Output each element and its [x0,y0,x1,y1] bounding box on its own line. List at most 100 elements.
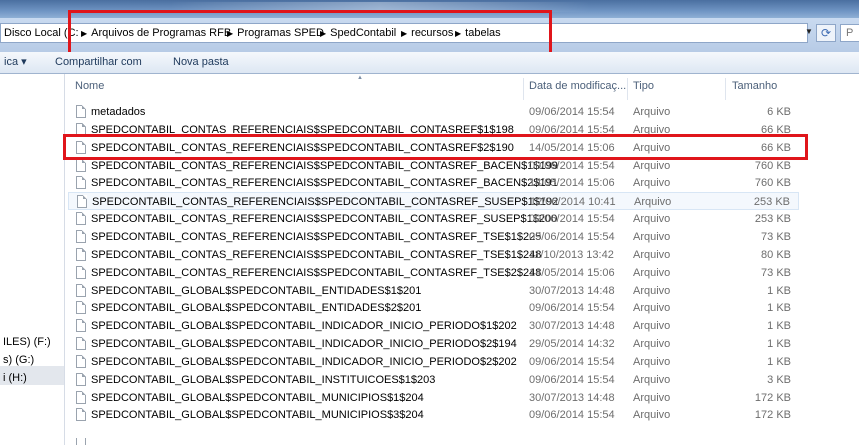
file-icon [76,438,86,445]
file-type: Arquivo [633,374,671,386]
file-name: SPEDCONTABIL_CONTAS_REFERENCIAIS$SPEDCON… [92,196,559,208]
share-button[interactable]: Compartilhar com [55,55,142,69]
file-date: 29/05/2014 14:32 [529,338,615,350]
file-type: Arquivo [633,320,671,332]
file-date: 09/06/2014 15:54 [529,213,615,225]
file-type: Arquivo [633,302,671,314]
file-type: Arquivo [633,231,671,243]
file-icon [76,408,86,421]
file-date: 14/05/2014 15:06 [529,267,615,279]
file-icon [76,301,86,314]
file-type: Arquivo [633,177,671,189]
file-name: SPEDCONTABIL_CONTAS_REFERENCIAIS$SPEDCON… [91,177,558,189]
file-row[interactable]: SPEDCONTABIL_GLOBAL$SPEDCONTABIL_ENTIDAD… [68,282,799,300]
column-headers: ▲ Nome Data de modificaç... Tipo Tamanho [65,74,859,100]
column-name[interactable]: Nome [75,80,104,92]
column-divider[interactable] [725,78,726,100]
file-size: 253 KB [753,196,790,208]
file-size: 3 KB [767,374,791,386]
file-type: Arquivo [634,196,672,208]
file-date: 09/06/2014 15:54 [529,231,615,243]
file-size: 172 KB [754,392,791,404]
file-date: 12/06/2014 10:41 [530,196,616,208]
file-icon [76,230,86,243]
file-date: 30/07/2013 14:48 [529,392,615,404]
file-size: 1 KB [767,338,791,350]
file-icon [76,355,86,368]
file-row[interactable]: SPEDCONTABIL_GLOBAL$SPEDCONTABIL_MUNICIP… [68,389,799,407]
column-type[interactable]: Tipo [633,80,654,92]
file-type: Arquivo [633,338,671,350]
file-type: Arquivo [633,356,671,368]
file-icon [76,212,86,225]
file-date: 09/06/2014 15:54 [529,302,615,314]
file-type: Arquivo [633,285,671,297]
file-icon [76,284,86,297]
file-row[interactable]: SPEDCONTABIL_GLOBAL$SPEDCONTABIL_ENTIDAD… [68,299,799,317]
file-name: SPEDCONTABIL_GLOBAL$SPEDCONTABIL_INDICAD… [91,356,517,368]
file-date: 09/06/2014 15:54 [529,374,615,386]
search-input[interactable]: P [840,24,859,42]
file-row[interactable]: SPEDCONTABIL_GLOBAL$SPEDCONTABIL_INSTITU… [68,371,799,389]
file-name: SPEDCONTABIL_CONTAS_REFERENCIAIS$SPEDCON… [91,231,542,243]
file-row[interactable]: SPEDCONTABIL_GLOBAL$SPEDCONTABIL_INDICAD… [68,353,799,371]
file-row[interactable]: metadados 09/06/2014 15:54 Arquivo 6 KB [68,103,799,121]
file-row[interactable]: SPEDCONTABIL_CONTAS_REFERENCIAIS$SPEDCON… [68,192,799,210]
file-date: 09/06/2014 15:54 [529,106,615,118]
file-size: 1 KB [767,285,791,297]
file-name: SPEDCONTABIL_GLOBAL$SPEDCONTABIL_MUNICIP… [91,392,424,404]
nav-drive-f[interactable]: ILES) (F:) [3,333,51,351]
file-type: Arquivo [633,106,671,118]
file-icon [77,195,87,208]
file-row[interactable]: SPEDCONTABIL_CONTAS_REFERENCIAIS$SPEDCON… [68,264,799,282]
file-size: 760 KB [754,177,791,189]
organize-button[interactable]: ica ▾ [4,55,27,69]
sort-ascending-icon: ▲ [357,75,363,81]
file-icon [76,176,86,189]
file-icon [76,319,86,332]
highlight-box-row [63,134,808,160]
file-size: 6 KB [767,106,791,118]
file-name: SPEDCONTABIL_CONTAS_REFERENCIAIS$SPEDCON… [91,249,542,261]
column-divider[interactable] [523,78,524,100]
file-name: SPEDCONTABIL_GLOBAL$SPEDCONTABIL_INDICAD… [91,320,517,332]
file-row[interactable]: SPEDCONTABIL_CONTAS_REFERENCIAIS$SPEDCON… [68,228,799,246]
file-size: 80 KB [761,249,791,261]
file-name: SPEDCONTABIL_GLOBAL$SPEDCONTABIL_INSTITU… [91,374,436,386]
file-row[interactable]: SPEDCONTABIL_CONTAS_REFERENCIAIS$SPEDCON… [68,174,799,192]
file-row[interactable]: SPEDCONTABIL_CONTAS_REFERENCIAIS$SPEDCON… [68,210,799,228]
file-icon [76,266,86,279]
navigation-pane: ILES) (F:) s) (G:) i (H:) [0,74,65,445]
file-type: Arquivo [633,392,671,404]
file-name: SPEDCONTABIL_GLOBAL$SPEDCONTABIL_INDICAD… [91,338,517,350]
file-icon [76,373,86,386]
column-divider[interactable] [627,78,628,100]
file-size: 73 KB [761,231,791,243]
file-size: 73 KB [761,267,791,279]
file-name: SPEDCONTABIL_CONTAS_REFERENCIAIS$SPEDCON… [91,213,558,225]
file-row[interactable]: SPEDCONTABIL_CONTAS_REFERENCIAIS$SPEDCON… [68,246,799,264]
file-row[interactable]: SPEDCONTABIL_GLOBAL$SPEDCONTABIL_INDICAD… [68,335,799,353]
file-row[interactable]: SPEDCONTABIL_GLOBAL$SPEDCONTABIL_INDICAD… [68,317,799,335]
file-date: 30/07/2013 14:48 [529,285,615,297]
file-name: metadados [91,106,146,118]
file-type: Arquivo [633,249,671,261]
file-type: Arquivo [633,267,671,279]
file-icon [76,159,86,172]
file-date: 30/07/2013 14:48 [529,320,615,332]
file-name: SPEDCONTABIL_GLOBAL$SPEDCONTABIL_ENTIDAD… [91,285,422,297]
file-name: SPEDCONTABIL_GLOBAL$SPEDCONTABIL_ENTIDAD… [91,302,422,314]
file-icon [76,337,86,350]
file-name: SPEDCONTABIL_GLOBAL$SPEDCONTABIL_MUNICIP… [91,409,424,421]
nav-drive-g[interactable]: s) (G:) [3,351,34,369]
file-size: 253 KB [754,213,791,225]
new-folder-button[interactable]: Nova pasta [173,55,229,69]
refresh-icon[interactable]: ⟳ [816,24,836,42]
nav-drive-h[interactable]: i (H:) [3,369,27,387]
file-type: Arquivo [633,409,671,421]
address-history-dropdown-icon[interactable]: ▼ [805,27,813,36]
file-icon [76,105,86,118]
file-row[interactable]: SPEDCONTABIL_GLOBAL$SPEDCONTABIL_MUNICIP… [68,406,799,424]
column-date[interactable]: Data de modificaç... [529,80,626,92]
column-size[interactable]: Tamanho [732,80,777,92]
